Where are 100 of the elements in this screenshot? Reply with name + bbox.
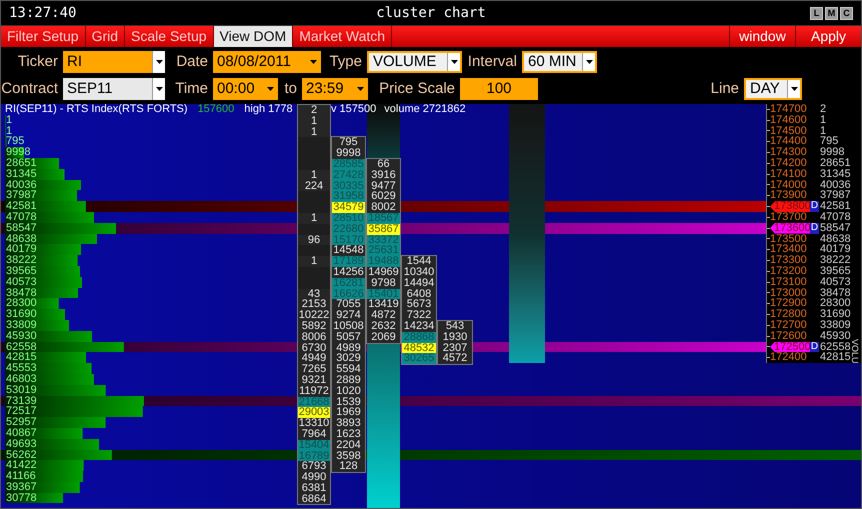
volume-cell: 25631 [367, 245, 400, 256]
volume-cell: 14969 [367, 266, 400, 278]
volume-cell: 4572 [438, 353, 472, 364]
volume-label: 40036 [819, 180, 851, 190]
volume-cell: 6864 [298, 494, 330, 504]
volume-bar: 40036 [5, 180, 82, 190]
volume-label: 1 [819, 126, 826, 136]
volume-bar: 58547 [5, 222, 116, 234]
volume-cell: 5594 [332, 364, 365, 375]
field-label: Interval [466, 52, 518, 72]
dropdown[interactable]: VOLUME [367, 51, 462, 74]
instrument-label: RI(SEP11) - RTS Index(RTS FORTS) [5, 104, 188, 115]
volume-bar: 31345 [5, 168, 65, 180]
price-label: 173000 [770, 288, 808, 298]
volume-bar: 795 [5, 136, 24, 148]
volume-cell: 8006 [298, 332, 330, 343]
volume-label: 31345 [819, 168, 851, 180]
volume-bar: 47078 [5, 212, 94, 223]
window-title: cluster chart [375, 4, 487, 22]
volume-cell: 1930 [438, 332, 472, 343]
price-label: 173300 [770, 255, 808, 266]
volume-bar: 40573 [5, 276, 82, 288]
caret-icon [357, 86, 364, 91]
volume-cell: 6730 [298, 342, 330, 354]
volume-bar: 53019 [5, 384, 106, 396]
caret-icon [267, 86, 274, 91]
price-label: 174300 [770, 147, 808, 158]
volume-cell: 4990 [298, 472, 330, 483]
title-bar-button[interactable]: L [810, 6, 823, 20]
volume-bar: 28651 [5, 158, 60, 169]
volume-cell: 21668 [298, 396, 330, 408]
price-label: 172900 [770, 298, 808, 310]
volume-cell: 7265 [298, 364, 330, 375]
price-label: 174000 [770, 180, 808, 190]
price-tag: 173800 [770, 201, 810, 212]
volume-bar: 73139 [5, 396, 144, 406]
dropdown[interactable]: RI [63, 51, 165, 74]
volume-bar: 42815 [5, 352, 86, 364]
volume-bar: 33809 [5, 320, 70, 331]
volume-cell: 1 [298, 126, 330, 138]
dropdown[interactable]: 60 MIN [522, 51, 597, 74]
menu-tab[interactable]: View DOM [214, 26, 294, 47]
input-field[interactable]: 23:59 [302, 78, 368, 100]
volume-cell: 15170 [332, 234, 365, 246]
volume-label: 39565 [819, 266, 851, 277]
volume-cell: 2153 [298, 299, 330, 310]
price-label: 173900 [770, 190, 807, 202]
dropdown[interactable]: DAY [744, 78, 802, 100]
volume-cell: 22680 [332, 224, 365, 235]
volume-label: 795 [819, 136, 838, 148]
volume-cell: 14256 [332, 266, 365, 278]
field-label: to [283, 78, 298, 98]
volume-bar: 30778 [5, 492, 64, 504]
volume-cell: 14494 [402, 278, 436, 289]
volume-label: 48638 [819, 234, 851, 244]
input-field[interactable]: 08/08/2011 [213, 51, 321, 74]
volume-bar: 41166 [5, 471, 84, 482]
volume-label: 9998 [819, 147, 844, 158]
d-badge: D [810, 342, 819, 352]
volume-bar: 56262 [5, 450, 112, 460]
axis-title: VOLU [852, 338, 861, 364]
caret-icon [156, 86, 162, 91]
volume-cell: 4989 [332, 342, 365, 354]
volume-label: 47078 [819, 212, 851, 223]
volume-label: 37987 [819, 190, 851, 202]
volume-bar: 48638 [5, 234, 98, 244]
volume-bar: 28300 [5, 298, 59, 310]
input-field[interactable]: 00:00 [213, 78, 278, 100]
volume-label: 28300 [819, 298, 851, 310]
volume-cell: 34579 [332, 202, 365, 213]
volume-cell: 10508 [332, 320, 365, 332]
volume-cell: 128 [332, 461, 365, 472]
volume-cell: 31958 [332, 191, 365, 202]
price-label: 174500 [770, 126, 808, 136]
volume-cell: 14548 [332, 245, 365, 256]
title-bar-button[interactable]: C [840, 6, 853, 20]
volume-cell: 5892 [298, 320, 330, 332]
caret-icon [310, 60, 317, 64]
title-bar-button[interactable]: M [825, 6, 838, 20]
volume-bar: 45930 [5, 330, 92, 342]
price-label: 174700 [770, 104, 808, 115]
volume-bar: 39565 [5, 266, 80, 277]
volume-cell: 6029 [367, 191, 400, 202]
volume-cell: 1020 [332, 386, 365, 397]
volume-label: 40573 [819, 276, 851, 288]
price-label: 173100 [770, 276, 808, 288]
volume-cell: 1623 [332, 428, 365, 440]
volume-cell: 5057 [332, 332, 365, 343]
volume-cell: 35867 [367, 224, 400, 235]
volume-cell: 27428 [332, 170, 365, 181]
price-label: 173400 [770, 244, 808, 256]
volume-cell: 1539 [332, 396, 365, 408]
dropdown[interactable]: SEP11 [63, 78, 165, 100]
volume-cell: 30335 [332, 180, 365, 192]
volume-cell: 2632 [367, 320, 400, 332]
input-field[interactable]: 100 [460, 78, 538, 100]
volume-label: 33809 [819, 320, 851, 331]
volume-bar: 41422 [5, 460, 84, 472]
volume-cell: 16281 [332, 278, 365, 289]
volume-cell: 15401 [367, 288, 400, 300]
